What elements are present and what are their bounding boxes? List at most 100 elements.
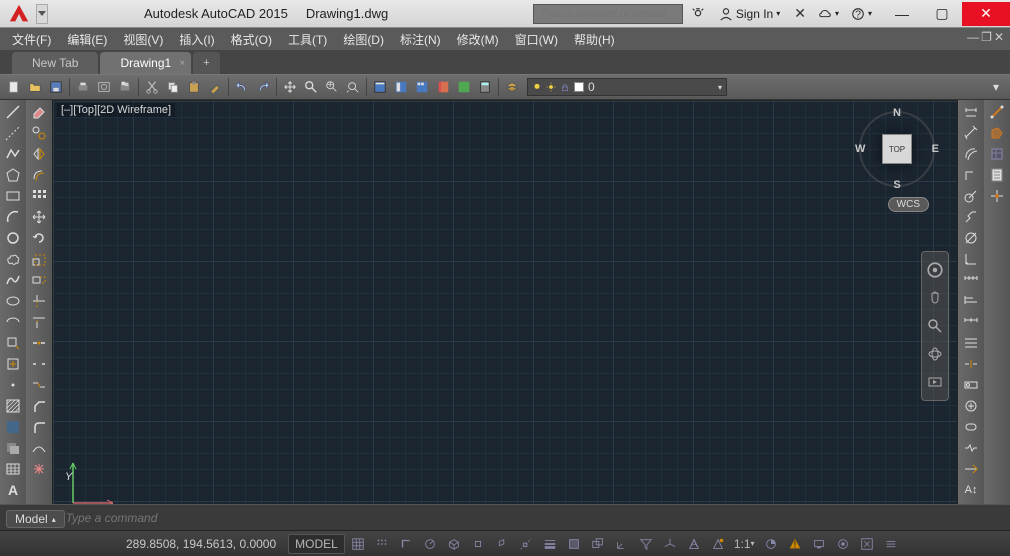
print-button[interactable] xyxy=(73,77,93,97)
tool-palettes-button[interactable] xyxy=(412,77,432,97)
dim-ordinate-button[interactable] xyxy=(960,165,982,185)
gizmo-button[interactable] xyxy=(659,534,681,554)
dim-break-button[interactable] xyxy=(960,354,982,374)
coordinates-readout[interactable]: 289.8508, 194.5613, 0.0000 xyxy=(116,537,286,551)
dim-aligned-button[interactable] xyxy=(960,123,982,143)
command-input[interactable] xyxy=(66,511,1002,525)
pan-button[interactable] xyxy=(280,77,300,97)
distance-button[interactable] xyxy=(986,102,1008,122)
dim-text-edit-button[interactable]: A↕ xyxy=(960,480,982,500)
qat-dropdown[interactable] xyxy=(36,4,48,24)
menu-file[interactable]: 文件(F) xyxy=(4,29,59,50)
ellipse-button[interactable] xyxy=(2,291,24,311)
dim-edit-button[interactable] xyxy=(960,459,982,479)
dim-linear-button[interactable] xyxy=(960,102,982,122)
center-mark-button[interactable] xyxy=(960,396,982,416)
massprops-button[interactable] xyxy=(986,144,1008,164)
hatch-button[interactable] xyxy=(2,396,24,416)
annotation-scale-button[interactable]: 1:1▾ xyxy=(731,534,758,554)
region-button[interactable] xyxy=(2,438,24,458)
spline-button[interactable] xyxy=(2,270,24,290)
customization-button[interactable] xyxy=(880,534,902,554)
explode-button[interactable] xyxy=(28,459,50,479)
properties-button[interactable] xyxy=(370,77,390,97)
plot-preview-button[interactable] xyxy=(94,77,114,97)
break-at-point-button[interactable] xyxy=(28,333,50,353)
mdi-close[interactable]: ✕ xyxy=(994,30,1004,44)
layer-dropdown[interactable]: 0 ▾ xyxy=(527,78,727,96)
osnap-toggle[interactable] xyxy=(467,534,489,554)
annotation-monitor-button[interactable]: ! xyxy=(784,534,806,554)
wcs-badge[interactable]: WCS xyxy=(888,197,929,212)
area-button[interactable] xyxy=(986,123,1008,143)
dim-space-button[interactable] xyxy=(960,333,982,353)
clean-screen-button[interactable] xyxy=(856,534,878,554)
extend-button[interactable] xyxy=(28,312,50,332)
quick-dim-button[interactable] xyxy=(960,270,982,290)
polar-toggle[interactable] xyxy=(419,534,441,554)
sheet-set-button[interactable] xyxy=(433,77,453,97)
insert-block-button[interactable] xyxy=(2,333,24,353)
drawing-canvas[interactable]: [–][Top][2D Wireframe] Y X TOP N S E W W… xyxy=(52,100,958,530)
dim-radius-button[interactable] xyxy=(960,186,982,206)
exchange-apps-button[interactable]: ✕ xyxy=(790,4,810,24)
inspection-button[interactable] xyxy=(960,417,982,437)
menu-dimension[interactable]: 标注(N) xyxy=(392,29,449,50)
viewcube-east[interactable]: E xyxy=(932,143,939,155)
isolate-objects-button[interactable] xyxy=(832,534,854,554)
view-cube[interactable]: TOP N S E W xyxy=(857,109,937,189)
model-space-button[interactable]: MODEL xyxy=(288,534,345,554)
help-search-input[interactable] xyxy=(533,4,683,24)
dynamic-ucs-toggle[interactable] xyxy=(611,534,633,554)
make-block-button[interactable] xyxy=(2,354,24,374)
construction-line-button[interactable] xyxy=(2,123,24,143)
selection-filter-button[interactable] xyxy=(635,534,657,554)
quickcalc-button[interactable] xyxy=(475,77,495,97)
stay-connected-button[interactable]: ▾ xyxy=(814,4,843,24)
polygon-button[interactable] xyxy=(2,165,24,185)
fillet-button[interactable] xyxy=(28,417,50,437)
trim-button[interactable] xyxy=(28,291,50,311)
help-button[interactable]: ?▾ xyxy=(847,4,876,24)
ellipse-arc-button[interactable] xyxy=(2,312,24,332)
point-button[interactable] xyxy=(2,375,24,395)
tab-new[interactable]: New Tab xyxy=(12,52,98,74)
isodraft-toggle[interactable] xyxy=(443,534,465,554)
3dosnap-toggle[interactable] xyxy=(491,534,513,554)
paste-button[interactable] xyxy=(184,77,204,97)
maximize-button[interactable]: ▢ xyxy=(922,2,962,26)
menu-view[interactable]: 视图(V) xyxy=(115,29,171,50)
infocenter-search-button[interactable] xyxy=(687,4,709,24)
workspace-button[interactable] xyxy=(760,534,782,554)
erase-button[interactable] xyxy=(28,102,50,122)
circle-button[interactable] xyxy=(2,228,24,248)
nav-showmotion-button[interactable] xyxy=(925,372,945,392)
mdi-minimize[interactable]: — xyxy=(967,30,979,44)
tab-drawing1[interactable]: Drawing1× xyxy=(100,52,191,74)
dim-diameter-button[interactable] xyxy=(960,228,982,248)
menu-format[interactable]: 格式(O) xyxy=(223,29,280,50)
design-center-button[interactable] xyxy=(391,77,411,97)
lineweight-toggle[interactable] xyxy=(539,534,561,554)
publish-button[interactable] xyxy=(115,77,135,97)
menu-tools[interactable]: 工具(T) xyxy=(280,29,335,50)
scale-button[interactable] xyxy=(28,249,50,269)
viewcube-south[interactable]: S xyxy=(893,179,900,191)
menu-draw[interactable]: 绘图(D) xyxy=(335,29,392,50)
transparency-toggle[interactable] xyxy=(563,534,585,554)
move-button[interactable] xyxy=(28,207,50,227)
redo-button[interactable] xyxy=(253,77,273,97)
layer-props-button[interactable] xyxy=(502,77,522,97)
rotate-button[interactable] xyxy=(28,228,50,248)
otrack-toggle[interactable] xyxy=(515,534,537,554)
menu-insert[interactable]: 插入(I) xyxy=(171,29,222,50)
snap-toggle[interactable] xyxy=(371,534,393,554)
locate-point-button[interactable] xyxy=(986,186,1008,206)
viewcube-north[interactable]: N xyxy=(893,107,901,119)
join-button[interactable] xyxy=(28,375,50,395)
nav-orbit-button[interactable] xyxy=(925,344,945,364)
nav-zoom-button[interactable] xyxy=(925,316,945,336)
autoscale-button[interactable] xyxy=(707,534,729,554)
nav-wheel-button[interactable] xyxy=(925,260,945,280)
offset-button[interactable] xyxy=(28,165,50,185)
